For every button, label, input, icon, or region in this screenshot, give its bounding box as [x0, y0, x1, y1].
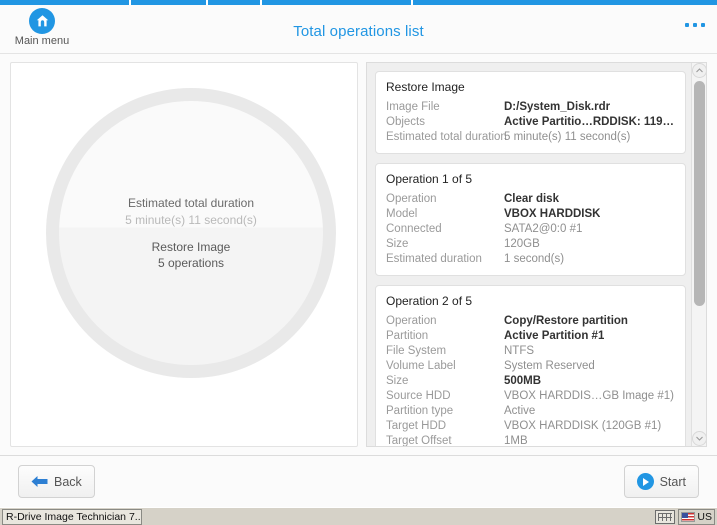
- operation-detail-row: Operation Copy/Restore partition: [386, 314, 675, 329]
- detail-key: Partition: [386, 330, 429, 342]
- start-button[interactable]: Start: [623, 465, 699, 498]
- donut-duration-label: Estimated total duration: [127, 196, 255, 210]
- operation-detail-row: Estimated total duration 5 minute(s) 11 s…: [386, 130, 675, 145]
- ellipsis-icon[interactable]: [685, 23, 705, 27]
- donut-bottom-text: Restore Image 5 operations: [152, 239, 231, 271]
- back-label: Back: [54, 474, 82, 489]
- system-tray: US: [655, 508, 717, 525]
- donut-duration-value: 5 minute(s) 11 second(s): [125, 213, 257, 227]
- detail-value: Copy/Restore partition: [504, 315, 628, 327]
- taskbar-window-button[interactable]: R-Drive Image Technician 7....: [2, 508, 142, 525]
- detail-value: VBOX HARDDIS…GB Image #1): [504, 390, 674, 402]
- page-title: Total operations list: [293, 23, 424, 40]
- detail-key: Estimated total duration: [386, 131, 507, 143]
- operation-card-title: Restore Image: [386, 80, 465, 94]
- detail-key: Model: [386, 208, 418, 220]
- detail-key: Estimated duration: [386, 253, 482, 265]
- operation-card[interactable]: Operation 1 of 5 Operation Clear disk Model…: [375, 163, 686, 276]
- donut-top-text: Estimated total duration 5 minute(s) 11 …: [125, 195, 257, 229]
- detail-value: 1 second(s): [504, 253, 565, 265]
- operation-detail-row: Size 500MB: [386, 374, 675, 389]
- operation-card[interactable]: Restore Image Image File D:/System_Disk.rd…: [375, 71, 686, 154]
- operation-detail-row: Image File D:/System_Disk.rdr: [386, 100, 675, 115]
- detail-key: Connected: [386, 223, 442, 235]
- footer-bar: Back Start: [0, 455, 717, 507]
- detail-key: Partition type: [386, 405, 454, 417]
- arrow-left-icon: [31, 476, 48, 487]
- detail-value: 5 minute(s) 11 second(s): [504, 131, 631, 143]
- back-button[interactable]: Back: [18, 465, 95, 498]
- operation-detail-row: Operation Clear disk: [386, 192, 675, 207]
- dot: [701, 23, 705, 27]
- detail-key: Objects: [386, 116, 425, 128]
- detail-value: 120GB: [504, 238, 540, 250]
- detail-key: Target HDD: [386, 420, 447, 432]
- dot: [685, 23, 689, 27]
- scroll-up-button[interactable]: [692, 63, 706, 78]
- detail-value: Active Partitio…RDDISK: 119.4GB: [504, 116, 675, 128]
- detail-key: Size: [386, 238, 409, 250]
- operation-detail-row: Volume Label System Reserved: [386, 359, 675, 374]
- detail-value: 1MB: [504, 435, 528, 447]
- detail-key: Operation: [386, 193, 437, 205]
- app-header: Main menu Total operations list: [0, 5, 717, 54]
- app-window: Main menu Total operations list Estimate…: [0, 0, 717, 525]
- scrollbar-thumb[interactable]: [694, 81, 705, 306]
- os-taskbar: R-Drive Image Technician 7.... US: [0, 507, 717, 525]
- us-flag-icon: [681, 511, 696, 522]
- operation-detail-row: Size 120GB: [386, 237, 675, 252]
- donut-task-name: Restore Image: [151, 240, 231, 254]
- taskbar-window-label: R-Drive Image Technician 7....: [6, 510, 142, 523]
- operation-detail-row: Source HDD VBOX HARDDIS…GB Image #1): [386, 389, 675, 404]
- donut-task-count: 5 operations: [157, 256, 225, 270]
- operation-detail-row: Partition Active Partition #1: [386, 329, 675, 344]
- play-icon: [636, 473, 654, 490]
- operation-detail-row: File System NTFS: [386, 344, 675, 359]
- detail-key: Source HDD: [386, 390, 451, 402]
- keyboard-icon[interactable]: [655, 509, 676, 524]
- language-indicator[interactable]: US: [678, 508, 715, 525]
- detail-value: VBOX HARDDISK (120GB #1): [504, 420, 662, 432]
- dot: [693, 23, 697, 27]
- operation-card[interactable]: Operation 2 of 5 Operation Copy/Restore pa…: [375, 285, 686, 447]
- detail-key: Volume Label: [386, 360, 456, 372]
- operations-card-list[interactable]: Restore Image Image File D:/System_Disk.rd…: [367, 63, 692, 447]
- scroll-down-button[interactable]: [692, 431, 706, 446]
- detail-value: Active Partition #1: [504, 330, 605, 342]
- detail-key: Operation: [386, 315, 437, 327]
- detail-value: Active: [504, 405, 536, 417]
- detail-value: NTFS: [504, 345, 535, 357]
- detail-value: SATA2@0:0 #1: [504, 223, 583, 235]
- operations-list-panel: Restore Image Image File D:/System_Disk.rd…: [366, 62, 707, 447]
- operation-detail-row: Model VBOX HARDDISK: [386, 207, 675, 222]
- summary-donut-chart: Estimated total duration 5 minute(s) 11 …: [46, 88, 336, 378]
- detail-value: VBOX HARDDISK: [504, 208, 601, 220]
- detail-key: Target Offset: [386, 435, 452, 447]
- operation-detail-row: Target HDD VBOX HARDDISK (120GB #1): [386, 419, 675, 434]
- detail-key: Size: [386, 375, 409, 387]
- language-label: US: [697, 510, 712, 523]
- detail-key: File System: [386, 345, 447, 357]
- start-label: Start: [659, 474, 686, 489]
- operation-detail-row: Target Offset 1MB: [386, 434, 675, 447]
- operation-detail-row: Connected SATA2@0:0 #1: [386, 222, 675, 237]
- summary-panel: Estimated total duration 5 minute(s) 11 …: [10, 62, 358, 447]
- operations-scrollbar[interactable]: [691, 63, 706, 446]
- content-area: Estimated total duration 5 minute(s) 11 …: [0, 55, 717, 455]
- operation-card-title: Operation 1 of 5: [386, 172, 473, 186]
- detail-value: D:/System_Disk.rdr: [504, 101, 611, 113]
- detail-value: 500MB: [504, 375, 542, 387]
- operation-detail-row: Objects Active Partitio…RDDISK: 119.4GB: [386, 115, 675, 130]
- operation-card-title: Operation 2 of 5: [386, 294, 473, 308]
- operation-detail-row: Partition type Active: [386, 404, 675, 419]
- detail-key: Image File: [386, 101, 440, 113]
- detail-value: System Reserved: [504, 360, 595, 372]
- operation-detail-row: Estimated duration 1 second(s): [386, 252, 675, 267]
- detail-value: Clear disk: [504, 193, 559, 205]
